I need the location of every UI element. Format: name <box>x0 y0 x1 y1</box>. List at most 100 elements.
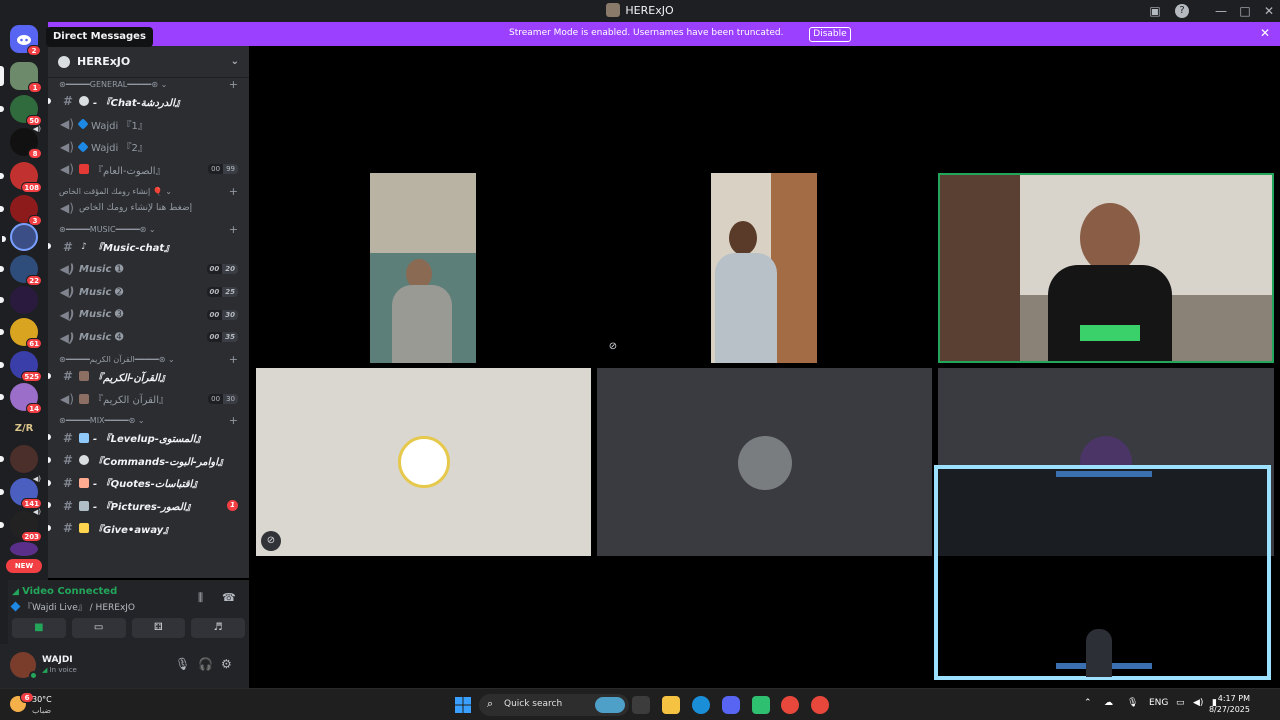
server-icon[interactable]: 61 <box>0 318 42 349</box>
user-count: 00 <box>208 393 224 404</box>
headphones-icon[interactable]: 🎧 <box>198 657 213 671</box>
voice-channel-sawt[interactable]: ◀) 『الصوت-العام』 00 99 <box>48 158 249 181</box>
camera-button[interactable]: ■ <box>12 618 66 638</box>
help-icon[interactable]: ? <box>1175 4 1189 18</box>
minimize-button[interactable]: — <box>1211 2 1231 20</box>
server-icon[interactable]: 3 <box>0 195 42 226</box>
server-icon[interactable]: ◀) 203 <box>0 508 42 542</box>
server-icon[interactable]: 22 <box>0 255 42 286</box>
chrome-icon[interactable] <box>781 696 799 714</box>
search-highlight-icon <box>595 697 625 713</box>
server-icon[interactable] <box>0 286 38 314</box>
channel-quotes[interactable]: # - 『Quotes-اقتباسات』 <box>48 472 249 495</box>
noise-suppression-icon[interactable]: ⫼ <box>198 591 203 605</box>
voice-channel-quran[interactable]: ◀) 『القرآن الكريم』 00 30 <box>48 388 249 411</box>
username[interactable]: WAJDI <box>42 655 73 665</box>
speaker-icon: ◀) <box>32 475 41 483</box>
app-taskbar-icon[interactable] <box>752 696 770 714</box>
file-explorer-icon[interactable] <box>662 696 680 714</box>
taskbar-search[interactable]: ⌕ Quick search <box>479 694 629 716</box>
selected-pill <box>0 66 4 86</box>
server-icon[interactable]: Z/R <box>10 415 38 443</box>
channel-levelup[interactable]: # - 『Levelup-المستوى』 <box>48 426 249 449</box>
channel-pictures[interactable]: # - 『Pictures-الصور』 1 <box>48 494 249 517</box>
channel-music-chat[interactable]: # ♪ 『Music-chat』 <box>48 235 249 258</box>
category-general[interactable]: ⊛━━━━━GENERAL━━━━━⊛ ⌄ + <box>48 78 249 91</box>
windows-start-icon[interactable] <box>454 696 472 714</box>
channel-chat[interactable]: # - 『Chat-الدردشة』 <box>48 90 249 113</box>
channel-quran[interactable]: # 『القرآن-الكريم』 <box>48 365 249 388</box>
camera-feed <box>771 173 817 363</box>
chrome-icon[interactable] <box>811 696 829 714</box>
disconnect-icon[interactable]: ☎ <box>222 591 236 604</box>
edge-browser-icon[interactable] <box>692 696 710 714</box>
channel-label: - 『Levelup-المستوى』 <box>93 434 206 446</box>
channel-label: Wajdi 『1』 <box>91 120 148 132</box>
voice-status[interactable]: ◢ Video Connected <box>12 586 117 597</box>
server-icon[interactable]: 14 <box>0 383 42 414</box>
gear-icon[interactable]: ⚙ <box>221 657 232 671</box>
unread-pill <box>0 206 4 212</box>
new-unreads-badge[interactable]: NEW <box>6 559 42 573</box>
voice-channel-wajdi1[interactable]: ◀) Wajdi 『1』 <box>48 113 249 136</box>
unread-pill <box>48 456 51 463</box>
voice-channel-info[interactable]: 『Wajdi Live』 / HERExJO <box>10 600 135 613</box>
participant-tile[interactable]: ⊘ <box>256 368 591 556</box>
overlay-bar <box>1056 471 1152 477</box>
screen-share-button[interactable]: ▭ <box>71 618 126 638</box>
unread-pill <box>0 489 4 495</box>
server-icon[interactable] <box>0 445 38 473</box>
soundboard-button[interactable]: ♬ <box>191 618 245 638</box>
voice-channel-create-room[interactable]: ◀) إضغط هنا لإنشاء رومك الخاص <box>48 197 249 220</box>
maximize-button[interactable]: □ <box>1235 2 1255 20</box>
unread-pill <box>48 243 51 250</box>
clock-date[interactable]: 8/27/2025 <box>1209 705 1250 714</box>
server-initials: Z/R <box>14 423 34 434</box>
server-icon[interactable]: 50 <box>0 95 42 126</box>
voice-channel-music3[interactable]: ◀) Music ➌ 00 30 <box>48 304 249 327</box>
server-icon[interactable]: 1 <box>0 62 42 93</box>
server-icon[interactable]: ◀) 8 <box>10 125 42 159</box>
server-header[interactable]: HERExJO ⌄ <box>48 46 249 78</box>
video-tile-speaking[interactable] <box>938 173 1274 363</box>
category-mix[interactable]: ⊛━━━━━MIX━━━━━⊛ ⌄ + <box>48 414 249 427</box>
voice-channel-wajdi2[interactable]: ◀) Wajdi 『2』 <box>48 135 249 158</box>
server-icon[interactable] <box>2 223 38 251</box>
close-icon[interactable]: ✕ <box>1260 26 1270 40</box>
server-icon[interactable]: 108 <box>0 162 42 193</box>
voice-channel-music4[interactable]: ◀) Music ➍ 00 35 <box>48 326 249 349</box>
volume-icon[interactable]: ◀) <box>1193 698 1203 708</box>
server-icon[interactable] <box>10 542 38 556</box>
microphone-icon[interactable]: 🎙 <box>1127 698 1138 708</box>
category-label: ⊛━━━━━القرآن الكريم━━━━━⊛ <box>59 354 166 364</box>
discord-taskbar-icon[interactable] <box>722 696 740 714</box>
channel-commands[interactable]: # 『Commands-اوامر-البوت』 <box>48 449 249 472</box>
onedrive-icon[interactable]: ☁ <box>1104 698 1113 708</box>
search-icon: ⌕ <box>487 697 494 710</box>
user-limit: 00 30 <box>206 309 238 320</box>
chevron-up-icon[interactable]: ⌃ <box>1084 698 1092 708</box>
server-icon[interactable]: 525 <box>0 351 42 382</box>
voice-channel-music2[interactable]: ◀) Music ➋ 00 25 <box>48 281 249 304</box>
task-view-icon[interactable] <box>632 696 650 714</box>
direct-messages-button[interactable]: 2 <box>10 25 41 56</box>
voice-channel-music1[interactable]: ◀) Music ➊ 00 20 <box>48 258 249 281</box>
server-icon[interactable]: ◀) 141 <box>0 475 42 509</box>
channel-giveaway[interactable]: # 『Give•away』 <box>48 517 249 540</box>
language-indicator[interactable]: ENG <box>1149 698 1168 708</box>
video-tile[interactable] <box>711 173 817 363</box>
close-window-button[interactable]: ✕ <box>1259 2 1279 20</box>
server-avatar-icon <box>606 3 621 17</box>
video-tile[interactable] <box>370 173 476 363</box>
category-temp-room[interactable]: إنشاء رومك المؤقت الخاص 🎈 ⌄ + <box>48 185 249 198</box>
streamer-mode-banner: Streamer Mode is enabled. Usernames have… <box>48 22 1280 46</box>
participant-tile[interactable] <box>597 368 932 556</box>
clock-time[interactable]: 4:17 PM <box>1218 694 1250 703</box>
network-icon[interactable]: ▭ <box>1176 698 1185 708</box>
activity-button[interactable]: ⚃ <box>131 618 186 638</box>
category-quran[interactable]: ⊛━━━━━القرآن الكريم━━━━━⊛ ⌄ + <box>48 353 249 366</box>
microphone-icon[interactable]: 🎙 <box>175 657 190 671</box>
inbox-icon[interactable]: ▣ <box>1147 3 1163 19</box>
category-music[interactable]: ⊛━━━━━MUSIC━━━━━⊛ ⌄ + <box>48 223 249 236</box>
disable-button[interactable]: Disable <box>809 27 851 42</box>
